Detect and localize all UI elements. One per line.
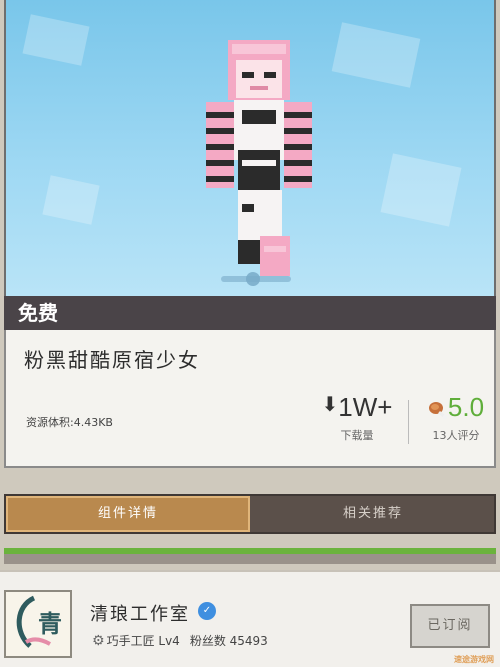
author-avatar[interactable]: 青 (4, 590, 72, 658)
rating-value: 5.0 (447, 392, 485, 422)
subscribed-button[interactable]: 已订阅 (410, 604, 490, 648)
tabs-bar: 组件详情 相关推荐 (4, 494, 496, 534)
drumstick-icon (428, 396, 448, 419)
divider-shadow (4, 554, 496, 564)
right-arm (284, 102, 312, 188)
download-arrow-icon: ⬇ (321, 394, 339, 416)
rating-stat: 5.0 13人评分 (416, 392, 496, 443)
avatar-char: 青 (38, 609, 62, 638)
rotate-slider-handle[interactable] (246, 272, 260, 286)
author-fans: 粉丝数 45493 (189, 634, 268, 648)
author-level: 巧手工匠 Lv4 (106, 634, 180, 648)
free-banner: 免费 (4, 296, 496, 330)
skin-info-card: 粉黑甜酷原宿少女 资源体积:4.43KB ⬇1W+ 下载量 5.0 13人评分 (4, 330, 496, 468)
author-card: 青 清琅工作室 ✓ ⚙ 巧手工匠 Lv4 粉丝数 45493 已订阅 速途游戏网 (0, 570, 500, 667)
gear-icon: ⚙ (92, 633, 105, 649)
skin-character (206, 40, 312, 276)
tab-related[interactable]: 相关推荐 (252, 496, 494, 532)
tab-component-detail[interactable]: 组件详情 (6, 496, 250, 532)
verified-badge-icon: ✓ (198, 602, 216, 620)
stat-divider (408, 400, 409, 444)
resource-size: 资源体积:4.43KB (26, 416, 113, 429)
skin-preview[interactable] (4, 0, 496, 296)
rating-label: 13人评分 (432, 429, 480, 442)
app-frame: 免费 粉黑甜酷原宿少女 资源体积:4.43KB ⬇1W+ 下载量 5.0 13人… (0, 0, 500, 667)
left-arm (206, 102, 234, 188)
skin-title: 粉黑甜酷原宿少女 (24, 348, 200, 372)
downloads-label: 下载量 (340, 429, 374, 442)
watermark: 速途游戏网 (454, 655, 494, 664)
downloads-stat: ⬇1W+ 下载量 (312, 392, 402, 443)
author-meta: ⚙ 巧手工匠 Lv4 粉丝数 45493 (92, 632, 268, 649)
author-name[interactable]: 清琅工作室 (90, 600, 190, 626)
downloads-value: 1W+ (338, 392, 393, 422)
